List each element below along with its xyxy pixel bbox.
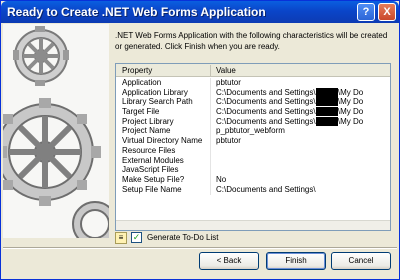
wizard-dialog: Ready to Create .NET Web Forms Applicati…: [0, 0, 400, 280]
property-value: C:\Documents and Settings\ \My Do: [216, 107, 388, 117]
column-header-value[interactable]: Value: [216, 66, 236, 75]
property-name: Library Search Path: [122, 97, 193, 107]
property-value: C:\Documents and Settings\ \My Do: [216, 116, 388, 127]
grid-row[interactable]: Library Search Path C:\Documents and Sett…: [116, 97, 390, 108]
cell-separator: [210, 87, 211, 98]
grid-row[interactable]: Project Name p_pbtutor_webform: [116, 126, 390, 137]
grid-row[interactable]: Setup File Name C:\Documents and Settings…: [116, 184, 390, 195]
finish-button[interactable]: Finish: [266, 252, 326, 270]
redaction-bar: [315, 87, 338, 97]
property-value: p_pbtutor_webform: [216, 126, 285, 136]
generate-todo-checkbox[interactable]: ✓: [131, 232, 142, 243]
cancel-button[interactable]: Cancel: [331, 252, 391, 270]
todo-list-icon: ≡: [115, 232, 127, 244]
property-value: No: [216, 174, 227, 184]
property-name: Make Setup File?: [122, 174, 185, 184]
cell-separator: [210, 97, 211, 108]
property-name: Application: [122, 78, 162, 87]
value-path-prefix: C:\Documents and Settings\: [216, 87, 316, 97]
value-path-suffix: \My Do: [337, 97, 364, 107]
cell-separator: [210, 155, 211, 166]
property-name: Project Name: [122, 126, 171, 136]
horizontal-scrollbar[interactable]: [116, 220, 390, 230]
back-button[interactable]: < Back: [199, 252, 259, 270]
property-name: Project Library: [122, 116, 174, 126]
window-title: Ready to Create .NET Web Forms Applicati…: [7, 5, 266, 19]
property-name: External Modules: [122, 155, 184, 165]
grid-row[interactable]: Target File C:\Documents and Settings\ \M…: [116, 107, 390, 118]
properties-grid[interactable]: Property Value Application pbtutor Applica…: [115, 63, 391, 231]
property-value: pbtutor: [216, 136, 241, 146]
gear-illustration: [3, 24, 109, 238]
property-value: C:\Documents and Settings\: [216, 184, 316, 194]
property-name: Application Library: [122, 87, 188, 97]
cell-separator: [210, 174, 211, 185]
cell-separator: [210, 184, 211, 195]
property-name: Resource Files: [122, 145, 176, 155]
value-path-prefix: C:\Documents and Settings\: [216, 107, 316, 117]
cell-separator: [210, 116, 211, 127]
value-path-suffix: \My Do: [337, 87, 364, 97]
property-value: pbtutor: [216, 78, 241, 87]
column-header-property[interactable]: Property: [122, 66, 152, 75]
property-name: Virtual Directory Name: [122, 136, 203, 146]
grid-row[interactable]: Virtual Directory Name pbtutor: [116, 136, 390, 147]
redaction-bar: [315, 97, 338, 107]
redaction-bar: [315, 107, 338, 117]
generate-todo-label[interactable]: Generate To-Do List: [147, 233, 218, 242]
grid-row[interactable]: JavaScript Files: [116, 165, 390, 176]
help-button[interactable]: ?: [357, 3, 375, 21]
grid-row[interactable]: Application Library C:\Documents and Sett…: [116, 87, 390, 98]
property-name: JavaScript Files: [122, 165, 179, 175]
grid-rows: Application pbtutor Application Library C:\…: [116, 78, 390, 195]
cell-separator: [210, 107, 211, 118]
property-value: C:\Documents and Settings\ \My Do: [216, 97, 388, 107]
grid-row[interactable]: Make Setup File? No: [116, 174, 390, 185]
grid-row[interactable]: Application pbtutor: [116, 78, 390, 88]
property-name: Setup File Name: [122, 184, 182, 194]
description-text: .NET Web Forms Application with the foll…: [115, 31, 388, 51]
property-name: Target File: [122, 107, 160, 117]
property-value: C:\Documents and Settings\ \My Do: [216, 87, 388, 98]
redaction-bar: [315, 116, 338, 126]
value-path-prefix: C:\Documents and Settings\: [216, 97, 316, 107]
cell-separator: [210, 126, 211, 137]
title-bar: Ready to Create .NET Web Forms Applicati…: [1, 1, 399, 23]
value-path-suffix: \My Do: [337, 116, 364, 126]
cell-separator: [210, 78, 211, 88]
cell-separator: [210, 136, 211, 147]
grid-row[interactable]: Resource Files: [116, 145, 390, 156]
value-path-suffix: \My Do: [337, 107, 364, 117]
value-path-prefix: C:\Documents and Settings\: [216, 116, 316, 126]
footer-divider: [3, 247, 397, 249]
cell-separator: [210, 165, 211, 176]
close-button[interactable]: X: [378, 3, 396, 21]
grid-row[interactable]: External Modules: [116, 155, 390, 166]
grid-header: Property Value: [116, 64, 390, 77]
column-separator[interactable]: [210, 65, 211, 76]
cell-separator: [210, 145, 211, 156]
gear-icon: [3, 26, 109, 238]
grid-row[interactable]: Project Library C:\Documents and Settings…: [116, 116, 390, 127]
